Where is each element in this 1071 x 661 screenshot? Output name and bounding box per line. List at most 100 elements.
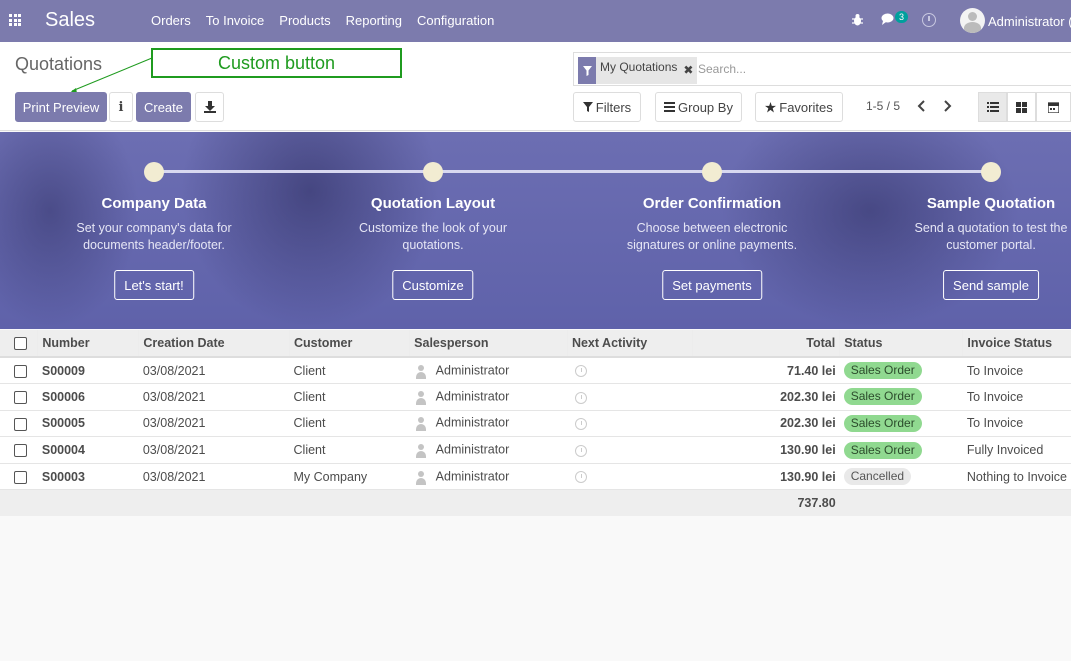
user-avatar[interactable] (960, 8, 985, 33)
column-header-number[interactable]: Number (37, 330, 140, 358)
activity-clock-icon[interactable] (922, 13, 936, 27)
cell-customer: Client (289, 357, 410, 385)
search-facet: My Quotations ✖ (578, 57, 698, 84)
table-row[interactable]: S00004 03/08/2021 Client Administrator 1… (0, 436, 1071, 464)
row-checkbox[interactable] (14, 390, 27, 404)
pager-next-icon[interactable] (943, 100, 952, 112)
print-preview-button[interactable]: Print Preview (15, 92, 107, 122)
column-header-creation-date[interactable]: Creation Date (138, 330, 291, 358)
cell-next-activity (567, 463, 693, 491)
menu-reporting[interactable]: Reporting (346, 13, 402, 28)
activity-clock-icon[interactable] (575, 471, 588, 484)
total-empty-cell (289, 489, 410, 516)
menu-products[interactable]: Products (279, 13, 330, 28)
lets-start-button[interactable]: Let's start! (114, 270, 194, 300)
step-description-line: quotations. (402, 238, 464, 252)
row-checkbox[interactable] (14, 444, 27, 458)
export-button[interactable] (195, 92, 224, 122)
menu-to-invoice[interactable]: To Invoice (206, 13, 265, 28)
table-row[interactable]: S00003 03/08/2021 My Company Administrat… (0, 463, 1071, 491)
info-button[interactable]: i (109, 92, 133, 122)
column-header-invoice-status[interactable]: Invoice Status (962, 330, 1071, 358)
send-sample-button[interactable]: Send sample (943, 270, 1039, 300)
activity-clock-icon[interactable] (575, 391, 588, 404)
list-view-button[interactable] (978, 92, 1007, 122)
pager-value[interactable]: 1-5 / 5 (866, 99, 900, 113)
cell-total: 202.30 lei (692, 383, 840, 411)
sum-total: 737.80 (692, 489, 840, 516)
total-empty-cell (138, 489, 290, 516)
step-description-line: Send a quotation to test the (914, 221, 1068, 235)
cell-creation-date: 03/08/2021 (138, 383, 290, 411)
row-checkbox[interactable] (14, 364, 27, 378)
debug-bug-icon[interactable] (851, 13, 864, 27)
cell-salesperson: Administrator (409, 410, 568, 438)
calendar-view-button[interactable] (1036, 92, 1071, 122)
step-order-confirmation: Order Confirmation Choose between electr… (612, 162, 812, 254)
set-payments-button[interactable]: Set payments (662, 270, 762, 300)
activity-clock-icon[interactable] (575, 365, 588, 378)
customize-button[interactable]: Customize (392, 270, 474, 300)
menu-orders[interactable]: Orders (151, 13, 191, 28)
cell-next-activity (567, 357, 693, 385)
pager-previous-icon[interactable] (917, 100, 926, 112)
step-title: Quotation Layout (370, 195, 496, 212)
filters-button[interactable]: Filters (573, 92, 641, 122)
table-header-row: Number Creation Date Customer Salesperso… (0, 330, 1071, 358)
group-by-button[interactable]: Group By (655, 92, 742, 122)
column-header-customer[interactable]: Customer (289, 330, 411, 358)
kanban-view-button[interactable] (1007, 92, 1036, 122)
cell-invoice-status: To Invoice (962, 383, 1071, 411)
table-total-row: 737.80 (0, 489, 1071, 516)
activity-clock-icon[interactable] (575, 418, 588, 431)
favorites-button[interactable]: Favorites (755, 92, 843, 122)
user-name[interactable]: Administrator (i (988, 14, 1071, 29)
table-row[interactable]: S00009 03/08/2021 Client Administrator 7… (0, 357, 1071, 385)
row-checkbox[interactable] (14, 417, 27, 431)
column-header-next-activity[interactable]: Next Activity (567, 330, 694, 358)
app-brand[interactable]: Sales (45, 9, 95, 32)
cell-salesperson: Administrator (409, 436, 568, 464)
step-dot (981, 162, 1001, 182)
facet-remove-icon[interactable]: ✖ (681, 57, 697, 84)
onboarding-banner: Company Data Set your company's data for… (0, 132, 1071, 329)
step-description-line: customer portal. (946, 238, 1036, 252)
row-select-cell (0, 463, 38, 491)
cell-salesperson: Administrator (409, 357, 568, 385)
search-input[interactable] (698, 62, 998, 76)
cell-total: 130.90 lei (692, 436, 840, 464)
row-select-cell (0, 383, 38, 411)
user-icon (414, 363, 428, 379)
table-row[interactable]: S00006 03/08/2021 Client Administrator 2… (0, 383, 1071, 411)
cell-invoice-status: To Invoice (962, 357, 1071, 385)
filter-icon (582, 102, 593, 112)
column-header-status[interactable]: Status (839, 330, 964, 358)
step-description: Set your company's data for documents he… (54, 220, 254, 254)
cell-customer: Client (289, 410, 410, 438)
menu-configuration[interactable]: Configuration (417, 13, 494, 28)
activity-clock-icon[interactable] (575, 444, 588, 457)
favorites-label: Favorites (779, 99, 833, 115)
table-row[interactable]: S00005 03/08/2021 Client Administrator 2… (0, 410, 1071, 438)
cell-total: 202.30 lei (692, 410, 840, 438)
status-badge: Sales Order (843, 362, 922, 380)
user-icon (414, 389, 428, 405)
row-checkbox[interactable] (14, 470, 27, 484)
control-panel: Quotations Custom button Print Preview i… (0, 42, 1071, 131)
create-button[interactable]: Create (136, 92, 191, 122)
cell-number: S00009 (37, 357, 139, 385)
column-header-total[interactable]: Total (692, 330, 841, 358)
salesperson-name: Administrator (435, 415, 510, 430)
column-header-salesperson[interactable]: Salesperson (409, 330, 568, 358)
select-all-checkbox[interactable] (14, 337, 27, 351)
info-icon: i (118, 99, 124, 115)
search-box: My Quotations ✖ (573, 52, 1071, 86)
apps-menu-icon[interactable] (9, 14, 21, 26)
cell-total: 130.90 lei (692, 463, 840, 491)
step-description: Choose between electronic signatures or … (612, 220, 812, 254)
star-icon (765, 101, 777, 112)
annotation-arrow (68, 57, 153, 94)
total-empty-cell (37, 489, 139, 516)
step-description-line: documents header/footer. (83, 238, 225, 252)
chat-count-badge: 3 (895, 11, 909, 23)
